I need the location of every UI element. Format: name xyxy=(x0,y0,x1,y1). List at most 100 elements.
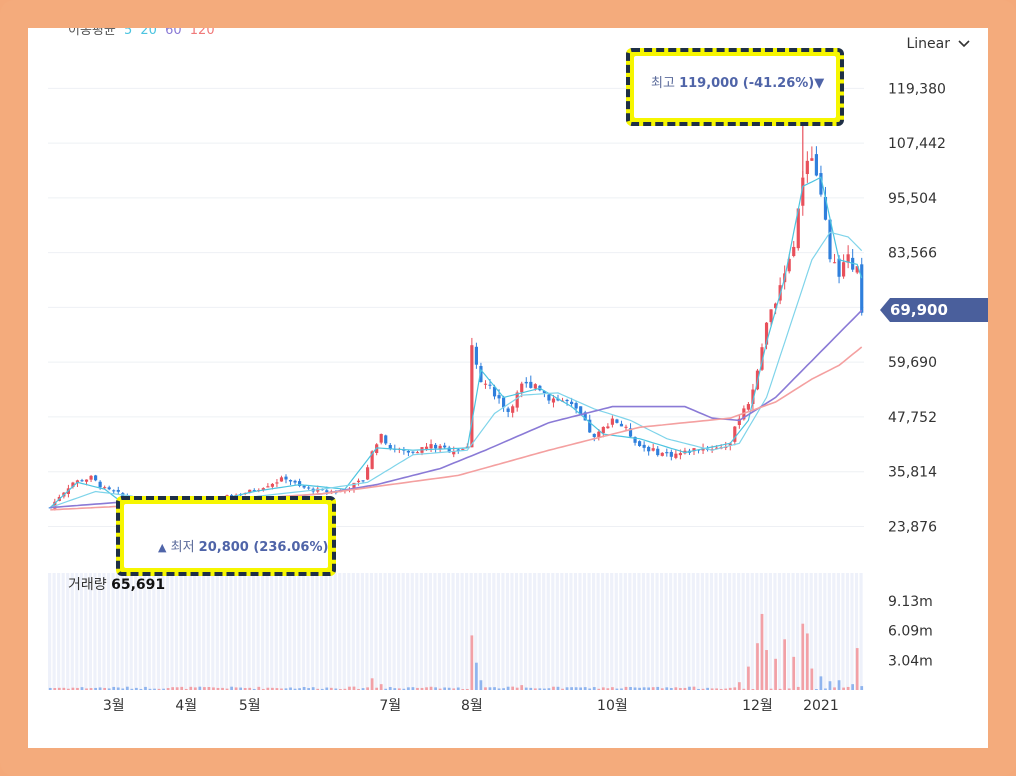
volume-bg-stripe xyxy=(465,573,469,690)
volume-bar xyxy=(171,687,175,690)
volume-bg-stripe xyxy=(623,573,627,690)
candle-body xyxy=(415,452,420,454)
volume-bg-stripe xyxy=(274,573,278,690)
candle-body xyxy=(275,482,279,484)
volume-bar xyxy=(556,686,560,690)
volume-bar xyxy=(506,686,510,690)
x-tick-label: 4월 xyxy=(175,698,197,714)
volume-bg-stripe xyxy=(57,573,61,690)
volume-bar xyxy=(524,687,528,690)
volume-bar xyxy=(715,688,719,690)
volume-bg-stripe xyxy=(193,573,197,690)
volume-bg-stripe xyxy=(297,573,301,690)
volume-bg-stripe xyxy=(709,573,714,690)
volume-bg-stripe xyxy=(202,573,206,690)
volume-bar xyxy=(125,686,129,690)
volume-bar xyxy=(475,662,478,690)
volume-bg-stripe xyxy=(61,573,65,690)
volume-bar xyxy=(552,686,555,690)
volume-bar xyxy=(434,687,437,690)
volume-bg-stripe xyxy=(365,573,369,690)
volume-bar xyxy=(538,688,542,690)
volume-bg-stripe xyxy=(669,573,673,690)
volume-bar xyxy=(620,688,623,690)
volume-bg-stripe xyxy=(796,573,800,690)
volume-bar xyxy=(783,639,787,690)
current-price-label: 69,900 xyxy=(890,301,948,319)
candle-body xyxy=(112,490,116,492)
volume-bar xyxy=(633,687,637,690)
volume-bg-stripe xyxy=(768,573,772,690)
volume-bar xyxy=(860,686,864,690)
volume-bar xyxy=(833,687,836,690)
volume-bar xyxy=(311,687,315,690)
volume-bar xyxy=(502,688,505,690)
candle-body xyxy=(651,448,655,451)
volume-bar xyxy=(261,688,265,690)
y-tick-label: 95,504 xyxy=(888,191,937,207)
volume-bg-stripe xyxy=(197,573,201,690)
volume-bg-stripe xyxy=(687,573,691,690)
volume-bar xyxy=(366,687,369,690)
x-tick-label: 3월 xyxy=(103,698,125,714)
volume-bg-stripe xyxy=(551,573,555,690)
candle-body xyxy=(805,160,809,175)
volume-bg-stripe xyxy=(587,573,591,690)
volume-bar xyxy=(728,687,732,690)
candle-body xyxy=(270,483,274,487)
candle-body xyxy=(361,480,365,482)
candle-body xyxy=(89,475,93,480)
volume-value: 65,691 xyxy=(111,577,166,593)
candle-body xyxy=(520,383,524,393)
volume-bar xyxy=(629,687,632,690)
volume-bar xyxy=(416,687,419,690)
volume-bg-stripe xyxy=(537,573,541,690)
volume-bg-stripe xyxy=(714,573,718,690)
volume-bar xyxy=(352,686,356,690)
volume-bg-stripe xyxy=(718,573,723,690)
candle-body xyxy=(98,481,102,488)
candle-body xyxy=(429,444,433,449)
volume-bar xyxy=(815,689,818,690)
price-chart[interactable]: 119,380107,44295,50483,56671,62859,69047… xyxy=(28,28,988,748)
volume-bg-stripe xyxy=(582,573,587,690)
volume-bg-stripe xyxy=(424,573,428,690)
volume-bg-stripe xyxy=(428,573,432,690)
volume-bg-stripe xyxy=(288,573,292,690)
volume-bg-stripe xyxy=(179,573,183,690)
volume-bg-stripe xyxy=(306,573,310,690)
volume-bar xyxy=(135,687,138,690)
volume-bg-stripe xyxy=(664,573,668,690)
volume-bar xyxy=(130,688,134,690)
volume-bar xyxy=(706,687,709,690)
candle-body xyxy=(842,262,846,277)
volume-bg-stripe xyxy=(673,573,677,690)
candle-body xyxy=(384,435,388,444)
volume-bg-stripe xyxy=(374,573,378,690)
volume-bar xyxy=(565,687,569,690)
candle-body xyxy=(615,419,619,423)
volume-bar xyxy=(89,688,93,690)
candle-body xyxy=(837,258,841,277)
volume-bg-stripe xyxy=(283,573,287,690)
volume-bg-stripe xyxy=(242,573,247,690)
volume-bar xyxy=(774,658,777,690)
candle-body xyxy=(610,418,614,425)
candle-body xyxy=(379,433,383,443)
volume-bg-stripe xyxy=(52,573,56,690)
candle-body xyxy=(597,431,601,438)
candle-body xyxy=(293,480,297,483)
volume-bg-stripe xyxy=(415,573,419,690)
volume-bar xyxy=(769,688,773,690)
volume-bar xyxy=(67,688,70,690)
volume-bar xyxy=(148,688,152,690)
grid-layer xyxy=(48,87,864,527)
volume-bg-stripe xyxy=(786,573,791,690)
volume-bar xyxy=(824,688,827,690)
candle-body xyxy=(103,487,107,489)
volume-bg-stripe xyxy=(184,573,188,690)
candle-body xyxy=(107,487,111,490)
volume-bar xyxy=(674,687,678,690)
volume-bg-stripe xyxy=(378,573,383,690)
volume-bar xyxy=(175,687,179,690)
